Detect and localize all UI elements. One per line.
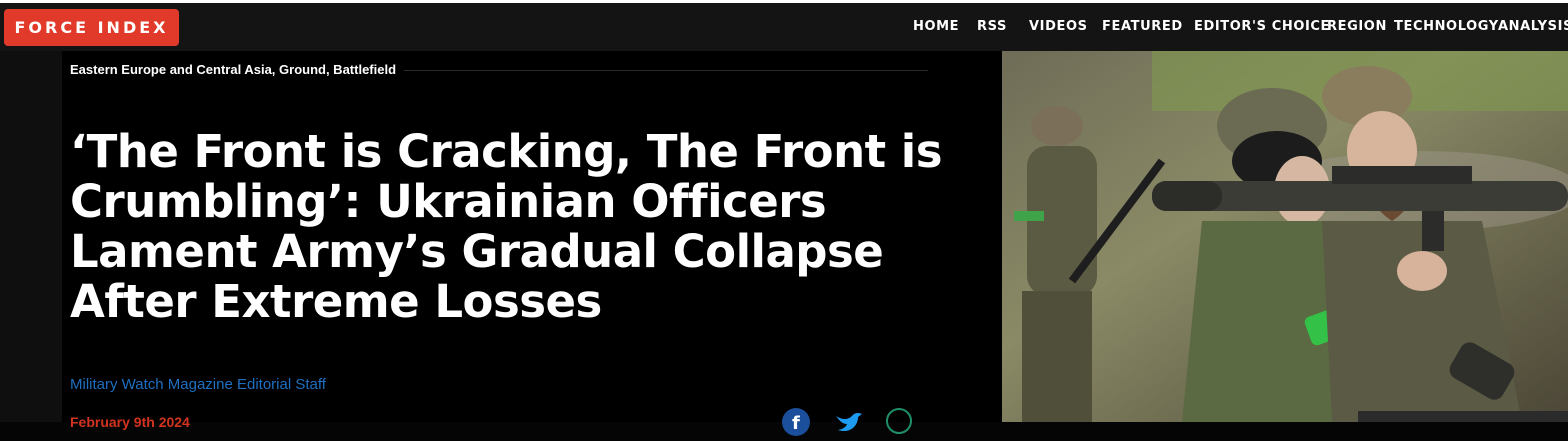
article-date: February 9th 2024 (70, 414, 190, 430)
nav-videos[interactable]: VIDEOS (1029, 19, 1088, 34)
article-photo (1002, 51, 1568, 422)
photo-caption-bar (1358, 411, 1568, 422)
facebook-icon[interactable]: f (782, 408, 810, 436)
nav-home[interactable]: HOME (913, 19, 959, 34)
nav-editors-choice[interactable]: EDITOR'S CHOICE (1194, 19, 1330, 34)
nav-featured[interactable]: FEATURED (1102, 19, 1183, 34)
twitter-icon[interactable] (834, 408, 862, 436)
article-byline[interactable]: Military Watch Magazine Editorial Staff (70, 376, 326, 393)
category-divider (404, 70, 928, 71)
nav-technology[interactable]: TECHNOLOGY (1394, 19, 1499, 34)
whatsapp-icon[interactable] (886, 408, 912, 434)
article-headline: ‘The Front is Cracking, The Front is Cru… (70, 125, 943, 328)
site-logo[interactable]: FORCE INDEX (4, 9, 179, 46)
site-navbar: FORCE INDEX HOME RSS VIDEOS FEATURED EDI… (0, 3, 1568, 51)
nav-analysis[interactable]: ANALYSIS (1498, 19, 1568, 34)
article-categories[interactable]: Eastern Europe and Central Asia, Ground,… (70, 62, 396, 77)
left-gutter (0, 51, 62, 422)
nav-rss[interactable]: RSS (977, 19, 1007, 34)
nav-region[interactable]: REGION (1327, 19, 1387, 34)
svg-text:f: f (792, 413, 800, 434)
